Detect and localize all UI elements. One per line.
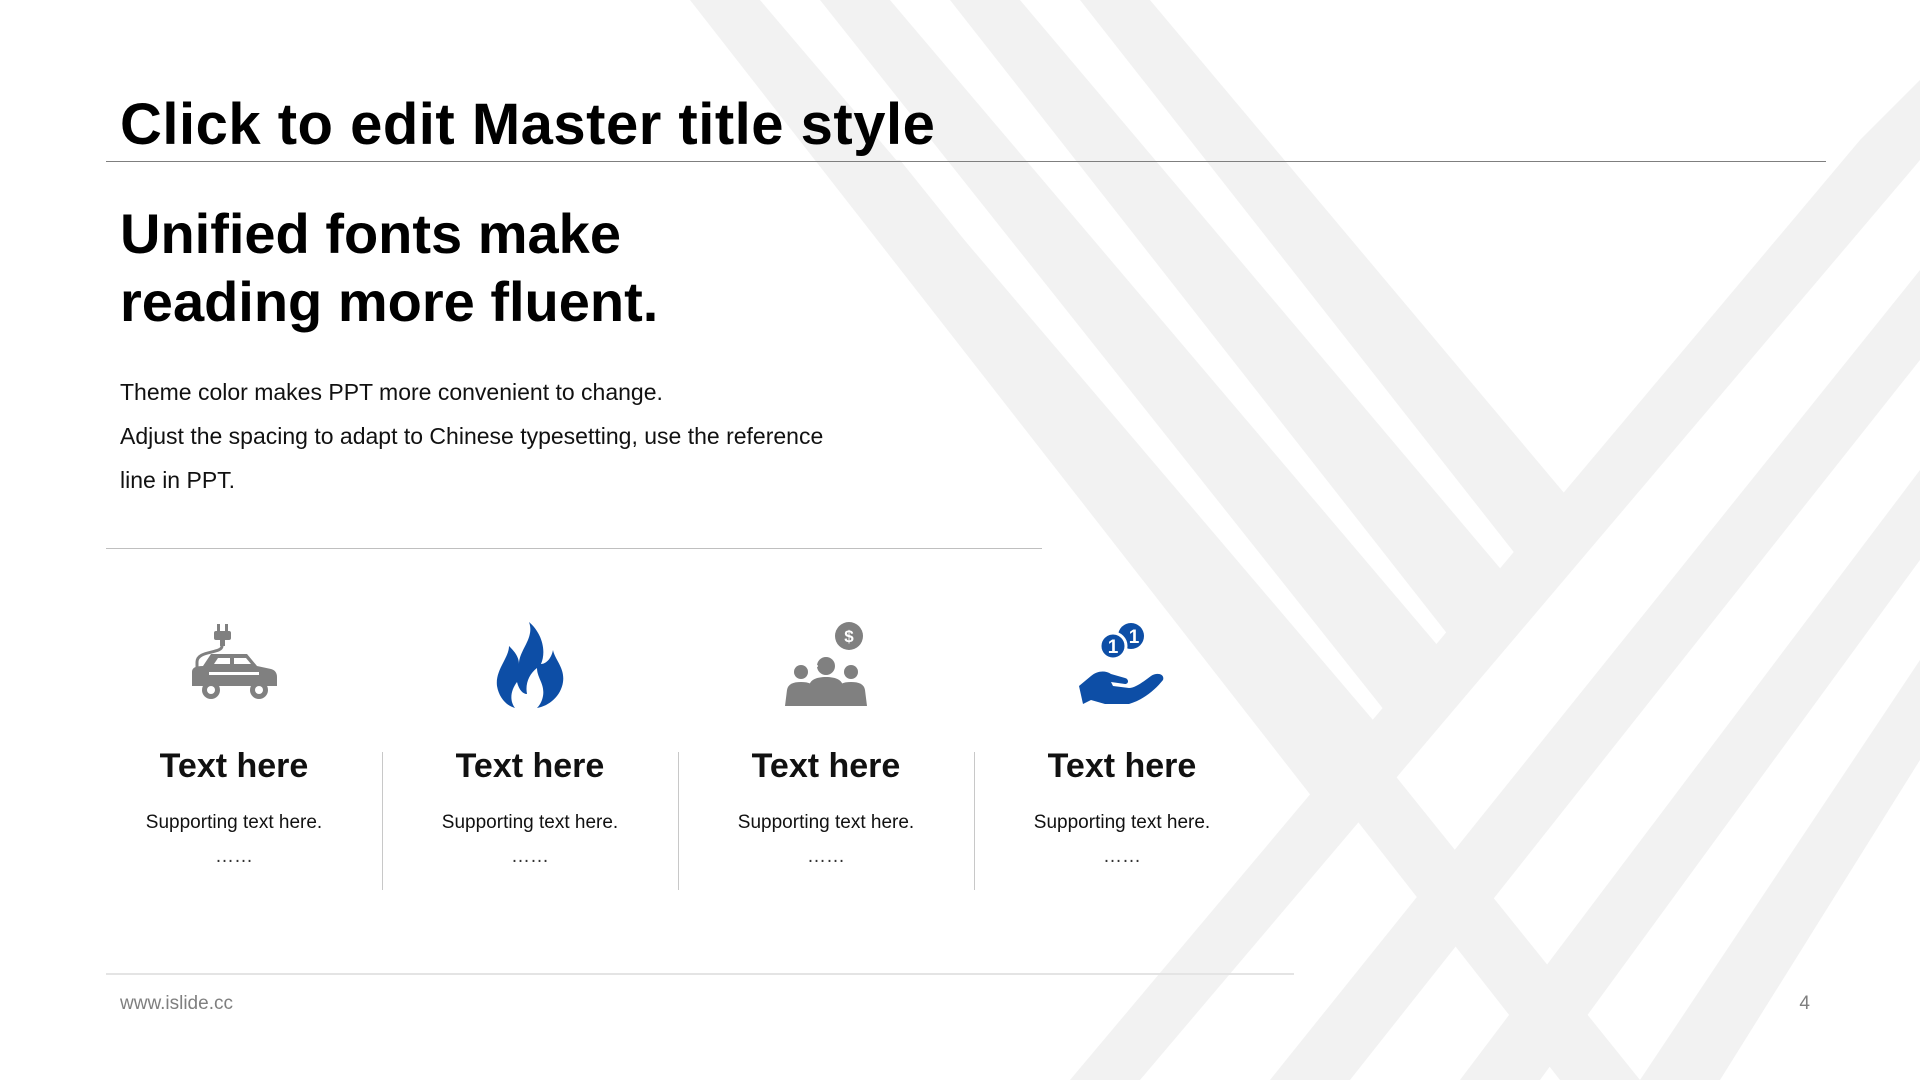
- footer-divider: [106, 973, 1294, 975]
- footer-url[interactable]: www.islide.cc: [120, 993, 233, 1015]
- group-money-icon: $: [785, 622, 867, 706]
- feature-subtitle: Supporting text here.: [145, 812, 323, 833]
- feature-item[interactable]: 1 1 Text here Supporting text here. ……: [974, 620, 1270, 900]
- slide-title[interactable]: Click to edit Master title style: [120, 90, 935, 160]
- feature-subtitle: Supporting text here.: [1033, 812, 1211, 833]
- slide: Click to edit Master title style Unified…: [0, 0, 1920, 1080]
- svg-text:$: $: [844, 627, 854, 646]
- feature-item[interactable]: $ Text here Supporting text here. ……: [678, 620, 974, 900]
- headline-line-1: Unified fonts make: [120, 202, 621, 265]
- flame-icon: [496, 622, 564, 708]
- body-line-1: Theme color makes PPT more convenient to…: [120, 379, 663, 405]
- feature-title: Text here: [1047, 747, 1197, 785]
- title-divider: [106, 161, 1826, 162]
- feature-subtitle: Supporting text here.: [441, 812, 619, 833]
- feature-item[interactable]: Text here Supporting text here. ……: [86, 620, 382, 900]
- page-number: 4: [1799, 993, 1810, 1014]
- feature-row: Text here Supporting text here. …… Text …: [86, 620, 1270, 900]
- headline[interactable]: Unified fonts make reading more fluent.: [120, 200, 658, 336]
- section-divider: [106, 548, 1042, 549]
- feature-title: Text here: [159, 747, 309, 785]
- background-stripes: [690, 0, 1920, 1080]
- feature-subtitle: Supporting text here.: [737, 812, 915, 833]
- headline-line-2: reading more fluent.: [120, 270, 659, 333]
- feature-ellipsis: ……: [1103, 846, 1141, 867]
- feature-ellipsis: ……: [215, 846, 253, 867]
- body-line-3: line in PPT.: [120, 467, 236, 493]
- electric-car-icon: [192, 624, 277, 699]
- feature-item[interactable]: Text here Supporting text here. ……: [382, 620, 678, 900]
- feature-title: Text here: [455, 747, 605, 785]
- feature-ellipsis: ……: [807, 846, 845, 867]
- hand-coins-icon: 1 1: [1079, 623, 1164, 704]
- svg-text:1: 1: [1129, 627, 1140, 648]
- body-text[interactable]: Theme color makes PPT more convenient to…: [120, 370, 880, 502]
- feature-ellipsis: ……: [511, 846, 549, 867]
- feature-title: Text here: [751, 747, 901, 785]
- body-line-2: Adjust the spacing to adapt to Chinese t…: [120, 423, 824, 449]
- svg-text:1: 1: [1108, 637, 1119, 658]
